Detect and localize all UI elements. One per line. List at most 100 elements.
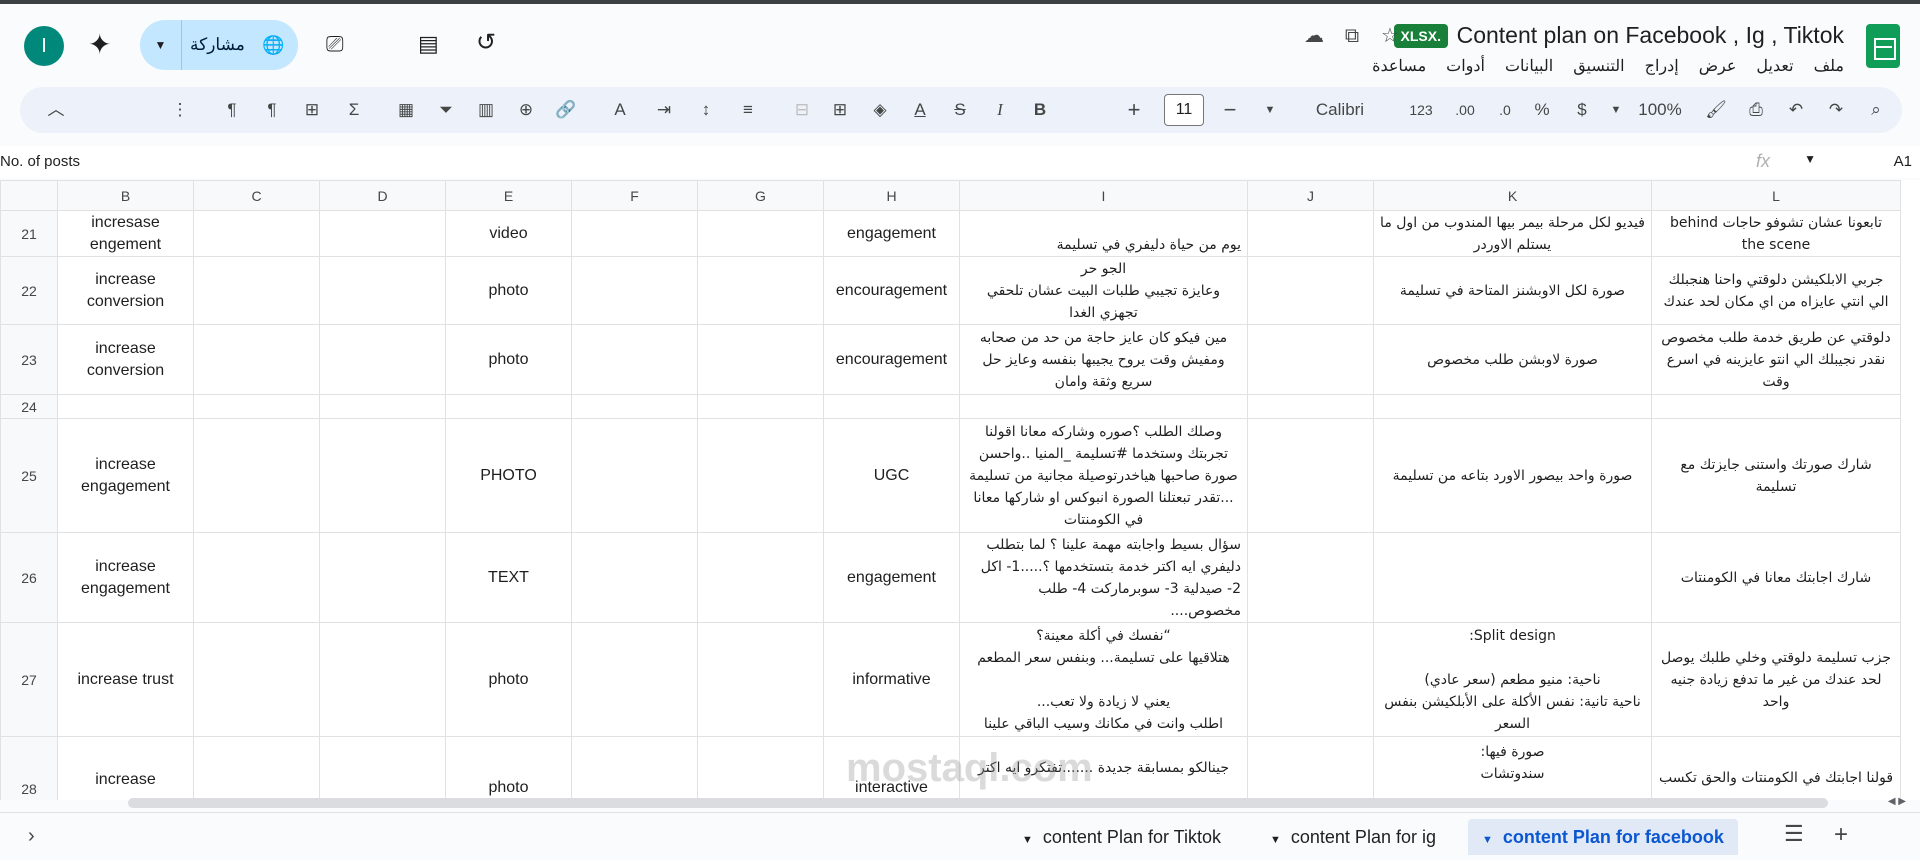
table-icon[interactable]: ⊞ [298, 96, 326, 124]
cell[interactable] [571, 210, 698, 257]
insert-link-icon[interactable]: 🔗 [552, 96, 580, 124]
column-header[interactable]: C [193, 180, 320, 211]
column-header[interactable]: I [959, 180, 1248, 211]
column-header[interactable]: K [1373, 180, 1652, 211]
column-header[interactable]: E [445, 180, 572, 211]
strikethrough-icon[interactable]: S [946, 96, 974, 124]
namebox-chevron-icon[interactable]: ▼ [1804, 152, 1816, 166]
cell[interactable] [445, 394, 572, 419]
meet-camera-icon[interactable]: ⎚ [326, 31, 352, 56]
cell-content-type[interactable]: video [445, 210, 572, 257]
row-header[interactable]: 23 [0, 324, 58, 395]
column-header[interactable]: D [319, 180, 446, 211]
cloud-status-icon[interactable]: ☁ [1302, 24, 1326, 48]
cell[interactable] [193, 736, 320, 800]
version-history-icon[interactable]: ↺ [476, 28, 496, 57]
cell-caption[interactable]: وصلك الطلب ؟صوره وشاركه معانا اقولنا تجر… [959, 418, 1248, 533]
cell[interactable] [1247, 622, 1374, 737]
cell[interactable] [319, 256, 446, 325]
cell[interactable] [319, 418, 446, 533]
horizontal-scrollbar[interactable] [128, 798, 1828, 808]
cell-objective[interactable]: incresase engement [57, 210, 194, 257]
cell[interactable] [1651, 394, 1901, 419]
cell[interactable] [571, 394, 698, 419]
cell-content-type[interactable]: TEXT [445, 532, 572, 623]
number-format-button[interactable]: 123 [1404, 96, 1438, 124]
paint-format-icon[interactable]: 🖌 [1702, 96, 1730, 124]
cell-visual[interactable]: Split design: ناحية: منيو مطعم (سعر عادي… [1373, 622, 1652, 737]
cell[interactable] [959, 394, 1248, 419]
cell[interactable] [319, 736, 446, 800]
borders-icon[interactable]: ⊞ [826, 96, 854, 124]
star-icon[interactable]: ☆ [1378, 24, 1402, 48]
menu-file[interactable]: ملف [1814, 56, 1844, 76]
cell-visual[interactable]: صورة لكل الاوبشنز المتاحة في تسليمة [1373, 256, 1652, 325]
cell-goal[interactable]: engagement [823, 210, 960, 257]
tab-facebook[interactable]: ▼ content Plan for facebook [1468, 819, 1738, 855]
cell-content-type[interactable]: photo [445, 736, 572, 800]
cell-visual[interactable] [1373, 532, 1652, 623]
menu-view[interactable]: عرض [1699, 56, 1737, 76]
tab-ig[interactable]: ▼ content Plan for ig [1256, 819, 1450, 855]
cell[interactable] [57, 394, 194, 419]
row-header[interactable]: 27 [0, 622, 58, 737]
tab-menu-chevron-icon[interactable]: ▼ [1022, 834, 1033, 846]
text-color-icon[interactable]: A [906, 96, 934, 124]
cell-objective[interactable]: increase engagement [57, 532, 194, 623]
cell[interactable] [697, 622, 824, 737]
cell-caption[interactable]: مين فيكو كان عايز حاجة من حد من صحابه وم… [959, 324, 1248, 395]
column-header[interactable]: L [1651, 180, 1901, 211]
cell-visual[interactable]: صورة لاوبشن طلب مخصوص [1373, 324, 1652, 395]
row-header[interactable]: 28 [0, 736, 58, 800]
row-header[interactable]: 21 [0, 210, 58, 257]
cell-content-type[interactable]: photo [445, 256, 572, 325]
text-direction-ltr-icon[interactable]: ¶ [258, 96, 286, 124]
tab-menu-chevron-icon[interactable]: ▼ [1270, 834, 1281, 846]
horizontal-align-icon[interactable]: ≡ [734, 96, 762, 124]
column-header[interactable]: B [57, 180, 194, 211]
cell[interactable] [319, 622, 446, 737]
cell-caption[interactable]: سؤال بسيط واجابته مهمة علينا ؟ لما بتطلب… [959, 532, 1248, 623]
cell-content-type[interactable]: photo [445, 622, 572, 737]
cell[interactable] [193, 210, 320, 257]
row-header[interactable]: 24 [0, 394, 58, 419]
cell-content-type[interactable]: photo [445, 324, 572, 395]
cell[interactable] [193, 394, 320, 419]
fill-color-icon[interactable]: ◈ [866, 96, 894, 124]
share-button[interactable]: ▼ مشاركة 🌐 [140, 20, 298, 70]
column-header[interactable]: J [1247, 180, 1374, 211]
all-sheets-icon[interactable]: ☰ [1784, 821, 1804, 847]
insert-comment-icon[interactable]: ⊕ [512, 96, 540, 124]
decrease-font-size-icon[interactable]: − [1216, 96, 1244, 124]
cell[interactable] [319, 532, 446, 623]
menu-data[interactable]: البيانات [1505, 56, 1553, 76]
cell-content-type[interactable]: PHOTO [445, 418, 572, 533]
font-family-select[interactable]: Calibri [1300, 96, 1380, 124]
cell[interactable] [193, 622, 320, 737]
name-box[interactable]: A1 [1894, 153, 1912, 170]
cell[interactable] [1373, 394, 1652, 419]
undo-icon[interactable]: ↶ [1782, 96, 1810, 124]
cell[interactable] [319, 210, 446, 257]
cell-visual[interactable]: صورة واحد بيصور الاورد بتاعه من تسليمة [1373, 418, 1652, 533]
column-header[interactable]: G [697, 180, 824, 211]
percent-format-button[interactable]: % [1528, 96, 1556, 124]
cell-goal[interactable]: encouragement [823, 324, 960, 395]
gemini-sparkle-icon[interactable]: ✦ [88, 28, 111, 61]
cell[interactable] [319, 324, 446, 395]
cell-cta[interactable]: شارك اجابتك معانا في الكومنتات [1651, 532, 1901, 623]
select-all-corner[interactable] [0, 180, 58, 211]
more-options-icon[interactable]: ⋮ [170, 96, 190, 124]
collapse-menus-chevron-icon[interactable]: ︿ [44, 96, 68, 124]
search-menus-icon[interactable]: ⌕ [1862, 96, 1890, 124]
cell[interactable] [571, 532, 698, 623]
cell[interactable] [697, 256, 824, 325]
cell[interactable] [193, 418, 320, 533]
cell-goal[interactable]: informative [823, 622, 960, 737]
cell-objective[interactable]: increase conversion [57, 256, 194, 325]
zoom-chevron-icon[interactable]: ▼ [1606, 96, 1626, 124]
cell[interactable] [1247, 532, 1374, 623]
cell[interactable] [193, 324, 320, 395]
cell-visual[interactable]: فيديو لكل مرحلة بيمر بيها المندوب من اول… [1373, 210, 1652, 257]
font-size-input[interactable]: 11 [1164, 94, 1204, 126]
